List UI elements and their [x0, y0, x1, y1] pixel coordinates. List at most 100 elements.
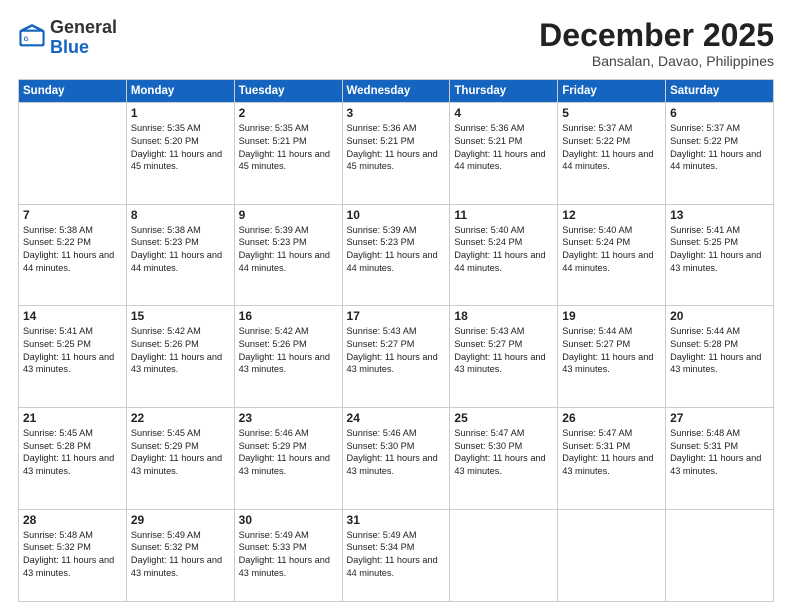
cell-info-line: Sunrise: 5:37 AM — [562, 123, 632, 133]
calendar-cell: 23Sunrise: 5:46 AMSunset: 5:29 PMDayligh… — [234, 408, 342, 510]
cell-sun-info: Sunrise: 5:40 AMSunset: 5:24 PMDaylight:… — [454, 224, 553, 275]
cell-info-line: Sunrise: 5:49 AM — [131, 530, 201, 540]
calendar-cell: 11Sunrise: 5:40 AMSunset: 5:24 PMDayligh… — [450, 204, 558, 306]
cell-day-number: 13 — [670, 208, 769, 222]
cell-sun-info: Sunrise: 5:48 AMSunset: 5:32 PMDaylight:… — [23, 529, 122, 580]
cell-sun-info: Sunrise: 5:49 AM Sunset: 5:32 PM Daylight:… — [131, 529, 230, 580]
calendar-cell: 28 Sunrise: 5:48 AMSunset: 5:32 PMDayligh… — [19, 509, 127, 601]
weekday-header: Monday — [126, 80, 234, 103]
cell-info-line: Daylight: 11 hours and 43 minutes. — [239, 453, 330, 476]
cell-sun-info: Sunrise: 5:48 AMSunset: 5:31 PMDaylight:… — [670, 427, 769, 478]
cell-day-number: 28 — [23, 513, 122, 527]
calendar-cell: 31Sunrise: 5:49 AMSunset: 5:34 PMDayligh… — [342, 509, 450, 601]
cell-sun-info: Sunrise: 5:49 AMSunset: 5:34 PMDaylight:… — [347, 529, 446, 580]
cell-info-line: Daylight: 11 hours and 43 minutes. — [131, 453, 222, 476]
calendar-cell: 13Sunrise: 5:41 AMSunset: 5:25 PMDayligh… — [666, 204, 774, 306]
cell-info-line: Sunrise: 5:45 AM — [131, 428, 201, 438]
cell-info-line: Daylight: 11 hours and 43 minutes. — [23, 453, 114, 476]
calendar-cell: 8 Sunrise: 5:38 AMSunset: 5:23 PMDaylight… — [126, 204, 234, 306]
cell-day-number: 19 — [562, 309, 661, 323]
cell-sun-info: Sunrise: 5:37 AMSunset: 5:22 PMDaylight:… — [670, 122, 769, 173]
cell-day-number: 12 — [562, 208, 661, 222]
cell-sun-info: Sunrise: 5:38 AMSunset: 5:23 PMDaylight:… — [131, 224, 230, 275]
cell-sun-info: Sunrise: 5:45 AMSunset: 5:28 PMDaylight:… — [23, 427, 122, 478]
cell-info-line: Sunset: 5:29 PM — [131, 441, 199, 451]
location-subtitle: Bansalan, Davao, Philippines — [539, 53, 774, 69]
cell-info-line: Sunrise: 5:48 AM — [670, 428, 740, 438]
cell-sun-info: Sunrise: 5:35 AMSunset: 5:20 PMDaylight:… — [131, 122, 230, 173]
calendar-cell: 7Sunrise: 5:38 AMSunset: 5:22 PMDaylight… — [19, 204, 127, 306]
cell-info-line: Daylight: 11 hours and 43 minutes. — [131, 555, 222, 578]
cell-info-line: Sunset: 5:25 PM — [670, 237, 738, 247]
week-row: 21 Sunrise: 5:45 AMSunset: 5:28 PMDayligh… — [19, 408, 774, 510]
cell-sun-info: Sunrise: 5:42 AMSunset: 5:26 PMDaylight:… — [131, 325, 230, 376]
cell-info-line: Sunset: 5:25 PM — [23, 339, 91, 349]
cell-info-line: Sunrise: 5:36 AM — [347, 123, 417, 133]
cell-info-line: Sunset: 5:27 PM — [347, 339, 415, 349]
cell-info-line: Sunset: 5:31 PM — [562, 441, 630, 451]
cell-info-line: Sunset: 5:23 PM — [347, 237, 415, 247]
calendar-cell: 12Sunrise: 5:40 AMSunset: 5:24 PMDayligh… — [558, 204, 666, 306]
cell-info-line: Daylight: 11 hours and 45 minutes. — [347, 149, 438, 172]
calendar-cell: 15Sunrise: 5:42 AMSunset: 5:26 PMDayligh… — [126, 306, 234, 408]
calendar-cell: 29 Sunrise: 5:49 AM Sunset: 5:32 PM Dayligh… — [126, 509, 234, 601]
cell-sun-info: Sunrise: 5:39 AMSunset: 5:23 PMDaylight:… — [347, 224, 446, 275]
calendar-cell: 17Sunrise: 5:43 AMSunset: 5:27 PMDayligh… — [342, 306, 450, 408]
cell-info-line: Daylight: 11 hours and 44 minutes. — [562, 149, 653, 172]
calendar-cell: 25Sunrise: 5:47 AMSunset: 5:30 PMDayligh… — [450, 408, 558, 510]
month-title: December 2025 — [539, 18, 774, 53]
week-row: 7Sunrise: 5:38 AMSunset: 5:22 PMDaylight… — [19, 204, 774, 306]
cell-info-line: Sunset: 5:28 PM — [670, 339, 738, 349]
cell-info-line: Sunrise: 5:44 AM — [670, 326, 740, 336]
cell-info-line: Sunset: 5:30 PM — [454, 441, 522, 451]
cell-day-number: 3 — [347, 106, 446, 120]
cell-info-line: Sunset: 5:22 PM — [562, 136, 630, 146]
cell-info-line: Sunrise: 5:48 AM — [23, 530, 93, 540]
cell-info-line: Daylight: 11 hours and 43 minutes. — [239, 555, 330, 578]
calendar-cell — [666, 509, 774, 601]
cell-info-line: Sunset: 5:27 PM — [562, 339, 630, 349]
cell-info-line: Sunset: 5:21 PM — [347, 136, 415, 146]
cell-day-number: 23 — [239, 411, 338, 425]
cell-day-number: 21 — [23, 411, 122, 425]
calendar-cell — [558, 509, 666, 601]
cell-sun-info: Sunrise: 5:43 AMSunset: 5:27 PMDaylight:… — [347, 325, 446, 376]
cell-info-line: Daylight: 11 hours and 43 minutes. — [23, 555, 114, 578]
cell-info-line: Sunset: 5:32 PM — [131, 542, 199, 552]
cell-sun-info: Sunrise: 5:35 AMSunset: 5:21 PMDaylight:… — [239, 122, 338, 173]
cell-sun-info: Sunrise: 5:45 AM Sunset: 5:29 PM Daylight:… — [131, 427, 230, 478]
cell-sun-info: Sunrise: 5:44 AMSunset: 5:27 PMDaylight:… — [562, 325, 661, 376]
calendar-cell: 20Sunrise: 5:44 AMSunset: 5:28 PMDayligh… — [666, 306, 774, 408]
logo: G General Blue — [18, 18, 117, 58]
cell-info-line: Sunset: 5:31 PM — [670, 441, 738, 451]
cell-info-line: Sunset: 5:23 PM — [239, 237, 307, 247]
calendar-cell: 1 Sunrise: 5:35 AMSunset: 5:20 PMDaylight… — [126, 103, 234, 205]
cell-day-number: 25 — [454, 411, 553, 425]
cell-info-line: Daylight: 11 hours and 44 minutes. — [347, 555, 438, 578]
cell-info-line: Sunrise: 5:36 AM — [454, 123, 524, 133]
week-row: 14Sunrise: 5:41 AMSunset: 5:25 PMDayligh… — [19, 306, 774, 408]
cell-info-line: Daylight: 11 hours and 44 minutes. — [239, 250, 330, 273]
cell-info-line: Sunset: 5:34 PM — [347, 542, 415, 552]
cell-info-line: Sunrise: 5:49 AM — [239, 530, 309, 540]
cell-day-number: 8 — [131, 208, 230, 222]
cell-sun-info: Sunrise: 5:39 AMSunset: 5:23 PMDaylight:… — [239, 224, 338, 275]
calendar-cell — [19, 103, 127, 205]
calendar-cell: 14Sunrise: 5:41 AMSunset: 5:25 PMDayligh… — [19, 306, 127, 408]
cell-day-number: 26 — [562, 411, 661, 425]
cell-day-number: 29 — [131, 513, 230, 527]
cell-day-number: 20 — [670, 309, 769, 323]
cell-info-line: Sunrise: 5:40 AM — [454, 225, 524, 235]
cell-info-line: Daylight: 11 hours and 44 minutes. — [670, 149, 761, 172]
calendar-table: SundayMondayTuesdayWednesdayThursdayFrid… — [18, 79, 774, 602]
cell-info-line: Sunrise: 5:43 AM — [347, 326, 417, 336]
cell-sun-info: Sunrise: 5:36 AM Sunset: 5:21 PM Daylight:… — [347, 122, 446, 173]
cell-info-line: Sunrise: 5:37 AM — [670, 123, 740, 133]
cell-sun-info: Sunrise: 5:41 AMSunset: 5:25 PMDaylight:… — [670, 224, 769, 275]
cell-info-line: Sunrise: 5:41 AM — [670, 225, 740, 235]
cell-sun-info: Sunrise: 5:38 AMSunset: 5:22 PMDaylight:… — [23, 224, 122, 275]
calendar-cell: 3 Sunrise: 5:36 AM Sunset: 5:21 PM Daylight… — [342, 103, 450, 205]
cell-day-number: 30 — [239, 513, 338, 527]
cell-day-number: 1 — [131, 106, 230, 120]
logo-blue: Blue — [50, 38, 117, 58]
